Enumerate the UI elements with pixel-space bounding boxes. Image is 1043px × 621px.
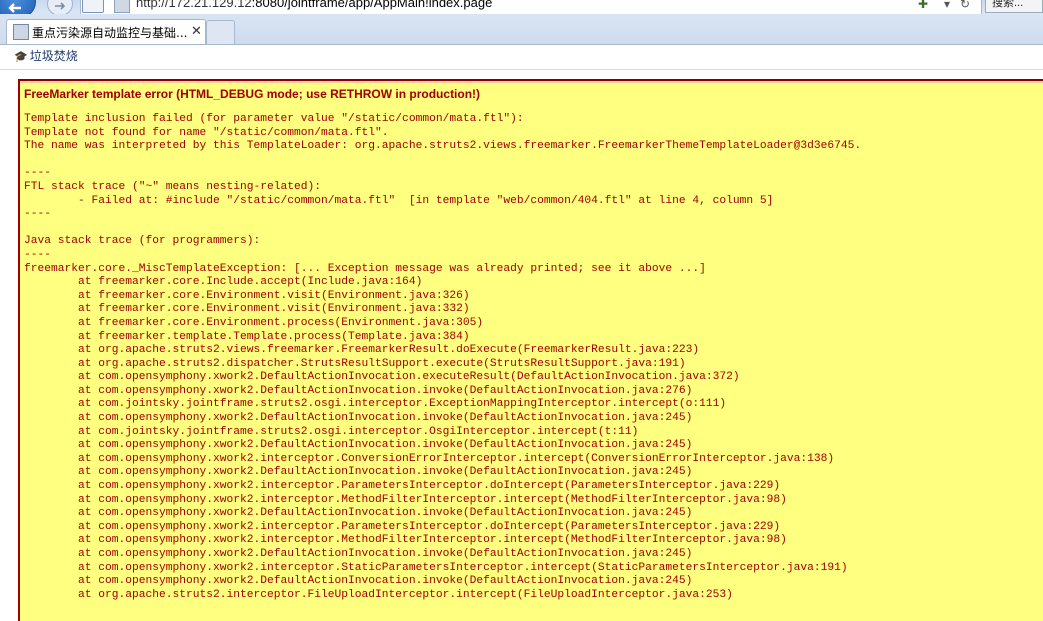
url-host: http://172.21.129.12 — [136, 0, 252, 10]
trace-line: at com.opensymphony.xwork2.DefaultAction… — [24, 575, 693, 588]
trace-line: Template inclusion failed (for parameter… — [24, 113, 524, 125]
trace-line: FTL stack trace ("~" means nesting-relat… — [24, 180, 322, 193]
error-content: FreeMarker template error (HTML_DEBUG mo… — [24, 87, 861, 602]
trace-line: ---- — [24, 167, 52, 180]
trace-line: at com.opensymphony.xwork2.DefaultAction… — [24, 384, 693, 397]
new-tab-button[interactable] — [206, 20, 235, 44]
forward-arrow-icon — [55, 2, 66, 10]
compat-view-icon[interactable] — [82, 0, 104, 13]
back-arrow-icon — [8, 3, 21, 13]
header-divider — [0, 69, 1043, 70]
dropdown-arrow-icon[interactable]: ▾ — [944, 0, 950, 11]
trace-line: at freemarker.core.Include.accept(Includ… — [24, 276, 423, 289]
trace-line: at com.opensymphony.xwork2.DefaultAction… — [24, 548, 693, 560]
url-text[interactable]: http://172.21.129.12:8080/jointframe/app… — [136, 0, 492, 10]
trace-line: at com.opensymphony.xwork2.DefaultAction… — [24, 412, 693, 425]
error-panel: FreeMarker template error (HTML_DEBUG mo… — [18, 79, 1043, 621]
error-title: FreeMarker template error (HTML_DEBUG mo… — [24, 87, 481, 101]
browser-chrome: http://172.21.129.12:8080/jointframe/app… — [0, 0, 1043, 45]
breadcrumb-label: 垃圾焚烧 — [29, 49, 78, 63]
trace-line: at com.opensymphony.xwork2.DefaultAction… — [24, 371, 740, 384]
site-favicon-icon — [114, 0, 130, 13]
tab-bar: 重点污染源自动监控与基础... ✕ — [0, 14, 1043, 45]
refresh-icon[interactable]: ↻ — [960, 0, 970, 11]
close-tab-icon[interactable]: ✕ — [191, 23, 202, 39]
trace-line: at freemarker.core.Environment.process(E… — [24, 316, 484, 329]
trace-line: at com.opensymphony.xwork2.DefaultAction… — [24, 439, 693, 452]
trace-line: - Failed at: #include "/static/common/ma… — [24, 194, 774, 207]
trace-line: The name was interpreted by this Templat… — [24, 140, 862, 153]
graduation-cap-icon: 🎓 — [14, 50, 28, 63]
trace-line: at com.opensymphony.xwork2.DefaultAction… — [24, 466, 693, 479]
trace-line: ---- — [24, 208, 52, 221]
tab-title: 重点污染源自动监控与基础... — [32, 26, 188, 40]
trace-line: at com.opensymphony.xwork2.interceptor.P… — [24, 480, 781, 493]
trace-line: at freemarker.core.Environment.visit(Env… — [24, 303, 470, 316]
trace-line: at org.apache.struts2.interceptor.FileUp… — [24, 588, 733, 601]
breadcrumb: 🎓 垃圾焚烧 — [14, 47, 78, 64]
trace-line: at freemarker.template.Template.process(… — [24, 330, 470, 343]
trace-line: at org.apache.struts2.views.freemarker.F… — [24, 344, 700, 357]
trace-line: at com.opensymphony.xwork2.interceptor.S… — [24, 561, 848, 574]
trace-line: ​ — [24, 222, 861, 236]
trace-line: at com.jointsky.jointframe.struts2.osgi.… — [24, 425, 639, 438]
add-favorite-icon[interactable]: ✚ — [918, 0, 928, 11]
trace-line: at com.jointsky.jointframe.struts2.osgi.… — [24, 398, 727, 411]
trace-line: ---- — [24, 248, 52, 261]
trace-line: ​ — [24, 154, 861, 168]
search-box[interactable]: 搜索... — [985, 0, 1043, 13]
trace-line: at com.opensymphony.xwork2.interceptor.M… — [24, 493, 787, 506]
trace-line: at com.opensymphony.xwork2.DefaultAction… — [24, 507, 693, 520]
trace-line: at com.opensymphony.xwork2.interceptor.C… — [24, 452, 835, 465]
trace-line: at com.opensymphony.xwork2.interceptor.M… — [24, 534, 787, 547]
trace-line: Template not found for name "/static/com… — [24, 126, 389, 139]
trace-line: Java stack trace (for programmers): — [24, 235, 261, 248]
trace-line: at freemarker.core.Environment.visit(Env… — [24, 289, 470, 302]
trace-line: at com.opensymphony.xwork2.interceptor.P… — [24, 520, 781, 533]
trace-line: at org.apache.struts2.dispatcher.StrutsR… — [24, 357, 686, 370]
trace-line: freemarker.core._MiscTemplateException: … — [24, 262, 706, 275]
url-path: :8080/jointframe/app/AppMain!index.page — [251, 0, 493, 10]
tab-active[interactable]: 重点污染源自动监控与基础... ✕ — [6, 19, 206, 44]
tab-favicon-icon — [13, 24, 29, 40]
stack-trace: Template inclusion failed (for parameter… — [24, 113, 861, 602]
